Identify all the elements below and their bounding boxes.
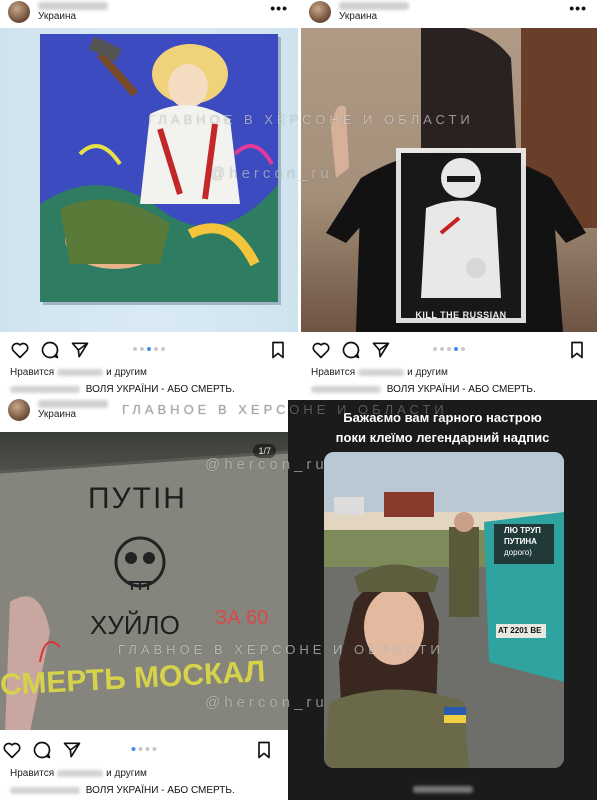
wall-text-4: ЗА 60 <box>215 607 269 629</box>
bookmark-icon[interactable] <box>567 340 587 360</box>
post-1: Украина ••• Нравится и другим ВОЛЯ УКРАЇ… <box>0 0 298 400</box>
share-icon[interactable] <box>70 340 90 360</box>
avatar[interactable] <box>8 1 30 23</box>
wall-text-1: ПУТІН <box>88 482 187 515</box>
heart-icon[interactable] <box>2 740 22 760</box>
username-blurred[interactable] <box>38 2 108 10</box>
story-photo[interactable]: ЛЮ ТРУП ПУТИНА дорого) AT 2201 BE <box>324 452 564 768</box>
action-bar <box>301 338 597 362</box>
username-blurred[interactable] <box>339 2 409 10</box>
comment-icon[interactable] <box>341 340 361 360</box>
share-icon[interactable] <box>371 340 391 360</box>
liker-blurred[interactable] <box>57 769 104 777</box>
watermark-handle: @hercon_ru <box>205 456 328 473</box>
post-header: Украина <box>0 398 288 424</box>
carousel-indicator <box>133 347 165 351</box>
heart-icon[interactable] <box>10 340 30 360</box>
carousel-dot <box>154 347 158 351</box>
carousel-dot <box>147 347 151 351</box>
post-2: Украина ••• KILL THE RUSSIAN Нравится и … <box>301 0 597 400</box>
van-text-3: дорого) <box>504 548 532 557</box>
likes-prefix: Нравится <box>10 367 55 378</box>
shirt-photo <box>326 28 597 332</box>
caption-text: ВОЛЯ УКРАЇНИ - АБО СМЕРТЬ. <box>85 384 235 395</box>
caption-line: ВОЛЯ УКРАЇНИ - АБО СМЕРТЬ. <box>10 384 235 395</box>
liker-blurred[interactable] <box>358 368 405 376</box>
caption-username-blurred[interactable] <box>311 385 381 393</box>
van-text-1: ЛЮ ТРУП <box>504 526 541 535</box>
carousel-indicator <box>433 347 465 351</box>
username-blurred[interactable] <box>38 400 108 408</box>
carousel-dot <box>440 347 444 351</box>
comment-icon[interactable] <box>40 340 60 360</box>
avatar[interactable] <box>8 399 30 421</box>
carousel-dot <box>133 347 137 351</box>
carousel-dot <box>138 747 143 751</box>
wall-text-2: ХУЙЛО <box>90 610 180 640</box>
liker-blurred[interactable] <box>57 368 104 376</box>
bookmark-icon[interactable] <box>268 340 288 360</box>
story[interactable]: Бажаємо вам гарного настрою поки клеїмо … <box>288 400 597 800</box>
caption-username-blurred[interactable] <box>10 786 80 794</box>
story-caption-line-2: поки клеїмо легендарний надпис <box>335 430 550 445</box>
post-image[interactable]: ПУТІН ХУЙЛО СМЕРТЬ МОСКАЛ ЗА 60 1/7 <box>0 432 288 730</box>
post-header: Украина ••• <box>0 0 298 26</box>
likes-line[interactable]: Нравится и другим <box>10 768 147 779</box>
caption-line: ВОЛЯ УКРАЇНИ - АБО СМЕРТЬ. <box>10 785 235 796</box>
carousel-dot <box>161 347 165 351</box>
likes-prefix: Нравится <box>10 768 55 779</box>
carousel-dot <box>152 747 157 751</box>
van-text-2: ПУТИНА <box>504 537 537 546</box>
caption-text: ВОЛЯ УКРАЇНИ - АБО СМЕРТЬ. <box>386 384 536 395</box>
likes-suffix: и другим <box>106 367 147 378</box>
location-label[interactable]: Украина <box>38 11 76 22</box>
more-options-button[interactable]: ••• <box>569 0 587 16</box>
watermark-handle: @hercon_ru <box>210 165 333 182</box>
likes-prefix: Нравится <box>311 367 356 378</box>
more-options-button[interactable]: ••• <box>270 0 288 16</box>
caption-line: ВОЛЯ УКРАЇНИ - АБО СМЕРТЬ. <box>311 384 536 395</box>
shirt-text: KILL THE RUSSIAN <box>415 310 507 320</box>
likes-line[interactable]: Нравится и другим <box>311 367 448 378</box>
story-caption-line-1: Бажаємо вам гарного настрою <box>343 410 542 425</box>
carousel-dot <box>433 347 437 351</box>
likes-suffix: и другим <box>407 367 448 378</box>
caption-text: ВОЛЯ УКРАЇНИ - АБО СМЕРТЬ. <box>85 785 235 796</box>
post-image[interactable]: KILL THE RUSSIAN <box>301 28 597 332</box>
comment-icon[interactable] <box>32 740 52 760</box>
license-plate: AT 2201 BE <box>498 626 542 635</box>
watermark-handle: @hercon_ru <box>205 694 328 711</box>
action-bar <box>0 738 288 762</box>
story-handle-blurred[interactable] <box>412 786 473 794</box>
bookmark-icon[interactable] <box>254 740 274 760</box>
story-handle <box>288 784 597 794</box>
carousel-dot <box>145 747 150 751</box>
likes-suffix: и другим <box>106 768 147 779</box>
action-bar <box>0 338 298 362</box>
carousel-dot <box>461 347 465 351</box>
avatar[interactable] <box>309 1 331 23</box>
post-header: Украина ••• <box>301 0 597 26</box>
carousel-dot <box>454 347 458 351</box>
carousel-dot <box>131 747 136 751</box>
carousel-dot <box>447 347 451 351</box>
likes-line[interactable]: Нравится и другим <box>10 367 147 378</box>
heart-icon[interactable] <box>311 340 331 360</box>
carousel-dot <box>140 347 144 351</box>
share-icon[interactable] <box>62 740 82 760</box>
caption-username-blurred[interactable] <box>10 385 80 393</box>
location-label[interactable]: Украина <box>339 11 377 22</box>
carousel-indicator <box>131 747 157 751</box>
location-label[interactable]: Украина <box>38 409 76 420</box>
